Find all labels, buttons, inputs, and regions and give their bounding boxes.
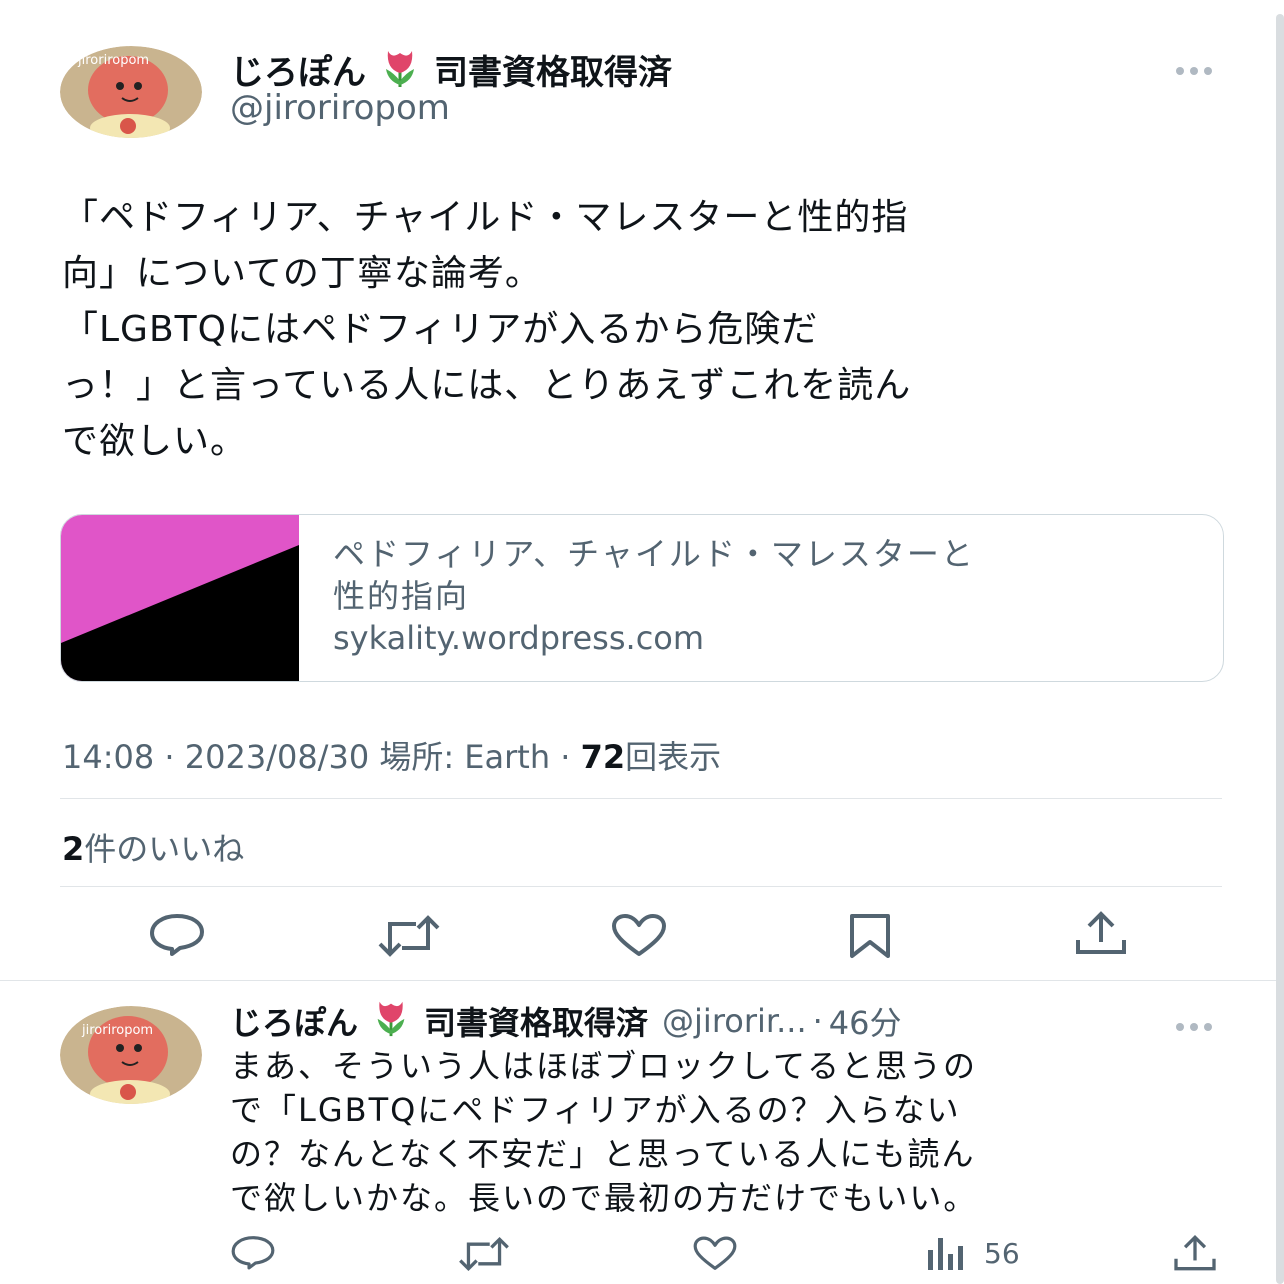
like-icon — [693, 1236, 737, 1270]
more-options-icon[interactable] — [1176, 1016, 1218, 1035]
tweet-location: 場所: Earth — [379, 738, 551, 776]
view-count: 72 — [580, 738, 626, 776]
like-button[interactable] — [610, 914, 668, 958]
reply-views-button[interactable]: 56 — [926, 1236, 1020, 1270]
reply-like-button[interactable] — [692, 1236, 738, 1272]
reply-line: まあ、そういう人はほぼブロックしてると思うの — [230, 1047, 978, 1085]
card-thumbnail — [61, 515, 299, 681]
reply-retweet-button[interactable] — [458, 1236, 510, 1272]
user-handle[interactable]: @jiroriropom — [230, 88, 450, 128]
separator: · — [164, 738, 175, 776]
bookmark-button[interactable] — [848, 912, 892, 960]
reply-handle[interactable]: @jirorir... — [662, 1002, 807, 1040]
tweet-line: 「LGBTQにはペドフィリアが入るから危険だ — [62, 309, 819, 350]
tweet-line: っ！」と言っている人には、とりあえずこれを読ん — [62, 365, 912, 406]
reply-display-name[interactable]: じろぽん — [230, 998, 358, 1044]
tweet-date[interactable]: 2023/08/30 — [185, 738, 369, 776]
retweet-icon — [459, 1236, 509, 1272]
avatar[interactable]: jiroriropom — [60, 46, 202, 138]
card-title-line: ペドフィリア、チャイルド・マレスターと — [333, 535, 975, 573]
bookmark-icon — [850, 914, 890, 958]
separator: · — [560, 738, 571, 776]
likes-summary[interactable]: 2件のいいね — [62, 824, 244, 870]
likes-count: 2 — [62, 830, 85, 868]
divider — [60, 798, 1222, 799]
tweet-line: で欲しい。 — [62, 421, 248, 462]
view-count-label: 回表示 — [625, 738, 722, 776]
share-button[interactable] — [1074, 910, 1128, 956]
reply-icon — [231, 1236, 275, 1270]
separator: · — [812, 1002, 823, 1040]
tweet-line: 向」についての丁寧な論考。 — [62, 253, 542, 294]
more-options-icon[interactable] — [1176, 60, 1218, 79]
reply-line: で「LGBTQにペドフィリアが入るの？入らない — [230, 1091, 961, 1129]
tweet-text: 「ペドフィリア、チャイルド・マレスターと性的指 向」についての丁寧な論考。 「L… — [62, 190, 1232, 470]
analytics-icon — [928, 1238, 963, 1270]
like-icon — [612, 914, 666, 956]
name-suffix: 司書資格取得済 — [434, 52, 672, 93]
likes-label: 件のいいね — [84, 830, 245, 868]
reply-time[interactable]: 46分 — [829, 998, 902, 1044]
display-name[interactable]: じろぽん — [230, 45, 366, 94]
reply-line: で欲しいかな。長いので最初の方だけでもいい。 — [230, 1179, 978, 1217]
tweet-meta: 14:08 · 2023/08/30 場所: Earth · 72回表示 — [62, 732, 721, 778]
card-domain: sykality.wordpress.com — [333, 619, 705, 657]
avatar-label: jiroriropom — [77, 53, 149, 68]
retweet-button[interactable] — [378, 914, 440, 958]
reply-button[interactable] — [148, 912, 206, 956]
retweet-icon — [378, 915, 440, 957]
divider — [60, 886, 1222, 887]
link-card[interactable]: ペドフィリア、チャイルド・マレスターと 性的指向 sykality.wordpr… — [60, 514, 1224, 682]
reply-name-suffix: 司書資格取得済 — [424, 1004, 649, 1042]
share-icon — [1076, 911, 1126, 954]
tulip-icon — [370, 996, 412, 1046]
reply-text: まあ、そういう人はほぼブロックしてると思うの で「LGBTQにペドフィリアが入る… — [230, 1044, 1230, 1220]
reply-views-count: 56 — [984, 1236, 1020, 1270]
scrollbar[interactable] — [1276, 14, 1284, 1284]
card-title-line: 性的指向 — [333, 577, 470, 615]
card-title: ペドフィリア、チャイルド・マレスターと 性的指向 — [333, 533, 1203, 617]
reply-line: の？なんとなく不安だ」と思っている人にも読ん — [230, 1135, 976, 1173]
avatar-label: jiroriropom — [81, 1023, 153, 1038]
divider — [0, 980, 1276, 981]
reply-avatar[interactable]: jiroriropom — [60, 1006, 202, 1104]
share-icon — [1174, 1234, 1216, 1271]
tulip-icon — [378, 45, 422, 93]
reply-reply-button[interactable] — [230, 1234, 276, 1270]
tweet-time[interactable]: 14:08 — [62, 738, 154, 776]
reply-share-button[interactable] — [1172, 1234, 1218, 1272]
tweet-line: 「ペドフィリア、チャイルド・マレスターと性的指 — [62, 197, 909, 238]
reply-icon — [150, 914, 204, 956]
